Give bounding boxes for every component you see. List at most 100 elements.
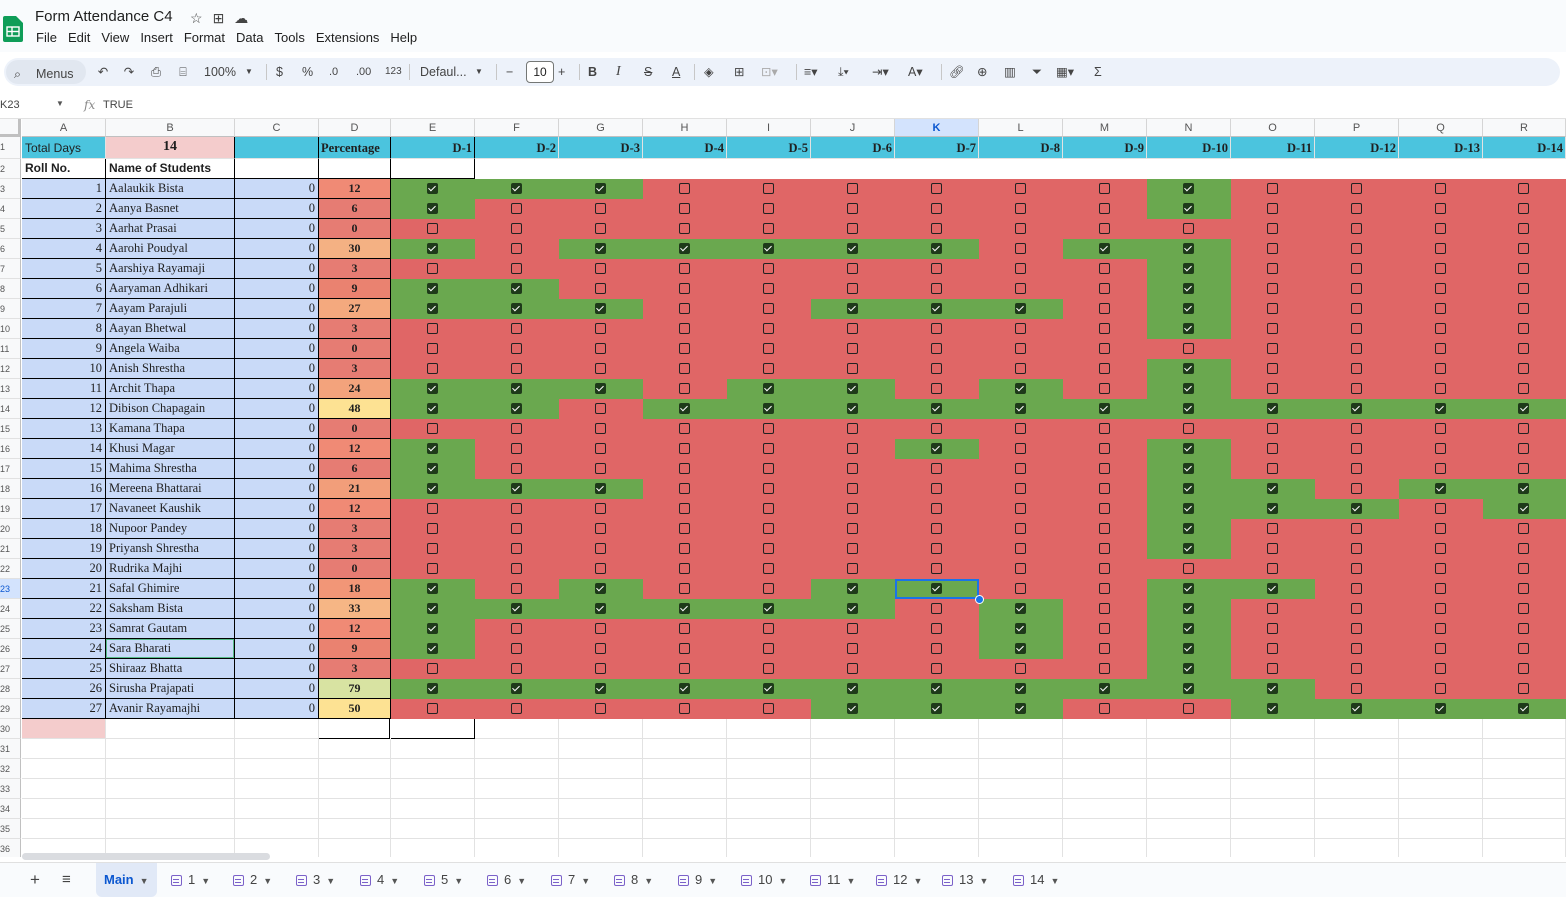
checked-checkbox-icon[interactable] <box>510 302 522 314</box>
attendance-cell[interactable] <box>895 539 979 559</box>
attendance-percentage[interactable]: 24 <box>319 379 391 399</box>
present-count[interactable]: 0 <box>235 279 319 299</box>
unchecked-checkbox-icon[interactable] <box>594 342 606 354</box>
empty-cell[interactable] <box>318 719 390 739</box>
attendance-cell[interactable] <box>475 419 559 439</box>
unchecked-checkbox-icon[interactable] <box>762 482 774 494</box>
unchecked-checkbox-icon[interactable] <box>1182 422 1194 434</box>
star-icon[interactable]: ☆ <box>190 10 203 27</box>
sheet-tab-7[interactable]: 7 ▼ <box>551 863 590 897</box>
checked-checkbox-icon[interactable] <box>510 402 522 414</box>
roll-number[interactable]: 25 <box>22 659 106 679</box>
row-header[interactable]: 15 <box>0 419 21 439</box>
currency-format-button[interactable]: $ <box>276 58 283 86</box>
insert-chart-icon[interactable]: ▥ <box>1004 58 1016 86</box>
checked-checkbox-icon[interactable] <box>1182 482 1194 494</box>
present-count[interactable]: 0 <box>235 639 319 659</box>
present-count[interactable]: 0 <box>235 439 319 459</box>
student-name[interactable]: Angela Waiba <box>106 339 235 359</box>
checked-checkbox-icon[interactable] <box>762 682 774 694</box>
unchecked-checkbox-icon[interactable] <box>1518 362 1529 374</box>
row-header[interactable]: 1 <box>0 137 21 159</box>
checked-checkbox-icon[interactable] <box>1014 622 1026 634</box>
empty-cell[interactable] <box>1063 839 1147 857</box>
unchecked-checkbox-icon[interactable] <box>594 462 606 474</box>
attendance-cell[interactable] <box>811 419 895 439</box>
chevron-down-icon[interactable]: ▼ <box>201 876 210 886</box>
unchecked-checkbox-icon[interactable] <box>510 342 522 354</box>
empty-cell[interactable] <box>1483 819 1566 839</box>
unchecked-checkbox-icon[interactable] <box>1014 282 1026 294</box>
row-header[interactable]: 17 <box>0 459 21 479</box>
unchecked-checkbox-icon[interactable] <box>1266 282 1278 294</box>
row-header[interactable]: 11 <box>0 339 21 359</box>
attendance-cell[interactable] <box>1231 599 1315 619</box>
attendance-cell[interactable] <box>1063 459 1147 479</box>
chevron-down-icon[interactable]: ▼ <box>390 876 399 886</box>
empty-cell[interactable] <box>727 839 811 857</box>
attendance-cell[interactable] <box>1483 579 1566 599</box>
total-days-label[interactable]: Total Days <box>22 137 106 159</box>
unchecked-checkbox-icon[interactable] <box>1350 662 1362 674</box>
attendance-cell[interactable] <box>1483 359 1566 379</box>
attendance-cell[interactable] <box>475 299 559 319</box>
attendance-cell[interactable] <box>475 519 559 539</box>
unchecked-checkbox-icon[interactable] <box>1518 522 1529 534</box>
attendance-cell[interactable] <box>1483 639 1566 659</box>
attendance-cell[interactable] <box>811 459 895 479</box>
checked-checkbox-icon[interactable] <box>1182 182 1194 194</box>
chevron-down-icon[interactable]: ▼ <box>326 876 335 886</box>
unchecked-checkbox-icon[interactable] <box>1350 582 1362 594</box>
empty-cell[interactable] <box>1063 779 1147 799</box>
unchecked-checkbox-icon[interactable] <box>1266 202 1278 214</box>
attendance-cell[interactable] <box>391 399 475 419</box>
attendance-cell[interactable] <box>1147 419 1231 439</box>
checked-checkbox-icon[interactable] <box>678 402 690 414</box>
attendance-cell[interactable] <box>1399 539 1483 559</box>
attendance-cell[interactable] <box>1063 619 1147 639</box>
unchecked-checkbox-icon[interactable] <box>1266 222 1278 234</box>
unchecked-checkbox-icon[interactable] <box>1014 262 1026 274</box>
unchecked-checkbox-icon[interactable] <box>930 542 942 554</box>
attendance-cell[interactable] <box>559 179 643 199</box>
attendance-percentage[interactable]: 30 <box>319 239 391 259</box>
attendance-cell[interactable] <box>1231 619 1315 639</box>
unchecked-checkbox-icon[interactable] <box>1350 342 1362 354</box>
attendance-cell[interactable] <box>1063 699 1147 719</box>
attendance-cell[interactable] <box>1399 679 1483 699</box>
empty-cell[interactable] <box>319 759 391 779</box>
empty-cell[interactable] <box>475 759 559 779</box>
empty-cell[interactable] <box>1147 839 1231 857</box>
empty-cell[interactable] <box>979 719 1063 739</box>
attendance-cell[interactable] <box>559 619 643 639</box>
borders-icon[interactable]: ⊞ <box>734 58 744 86</box>
checked-checkbox-icon[interactable] <box>846 702 858 714</box>
attendance-percentage[interactable]: 9 <box>319 639 391 659</box>
day-header-10[interactable]: D-10 <box>1147 137 1231 159</box>
unchecked-checkbox-icon[interactable] <box>426 562 438 574</box>
empty-cell[interactable] <box>1315 739 1399 759</box>
empty-cell[interactable] <box>643 759 727 779</box>
attendance-cell[interactable] <box>1315 519 1399 539</box>
column-header-k[interactable]: K <box>895 119 979 137</box>
attendance-cell[interactable] <box>1483 519 1566 539</box>
unchecked-checkbox-icon[interactable] <box>930 382 942 394</box>
attendance-percentage[interactable]: 0 <box>319 339 391 359</box>
day-header-4[interactable]: D-4 <box>643 137 727 159</box>
unchecked-checkbox-icon[interactable] <box>678 542 690 554</box>
checked-checkbox-icon[interactable] <box>678 682 690 694</box>
unchecked-checkbox-icon[interactable] <box>1518 262 1529 274</box>
row-header[interactable]: 3 <box>0 179 21 199</box>
empty-cell[interactable] <box>1231 839 1315 857</box>
unchecked-checkbox-icon[interactable] <box>930 522 942 534</box>
attendance-cell[interactable] <box>643 279 727 299</box>
cloud-status-icon[interactable]: ☁ <box>234 10 248 27</box>
empty-cell[interactable] <box>811 819 895 839</box>
attendance-cell[interactable] <box>1399 499 1483 519</box>
unchecked-checkbox-icon[interactable] <box>846 462 858 474</box>
bold-button[interactable]: B <box>588 58 597 86</box>
student-name[interactable]: Aayan Bhetwal <box>106 319 235 339</box>
roll-number[interactable]: 22 <box>22 599 106 619</box>
row-header[interactable]: 27 <box>0 659 21 679</box>
unchecked-checkbox-icon[interactable] <box>594 362 606 374</box>
